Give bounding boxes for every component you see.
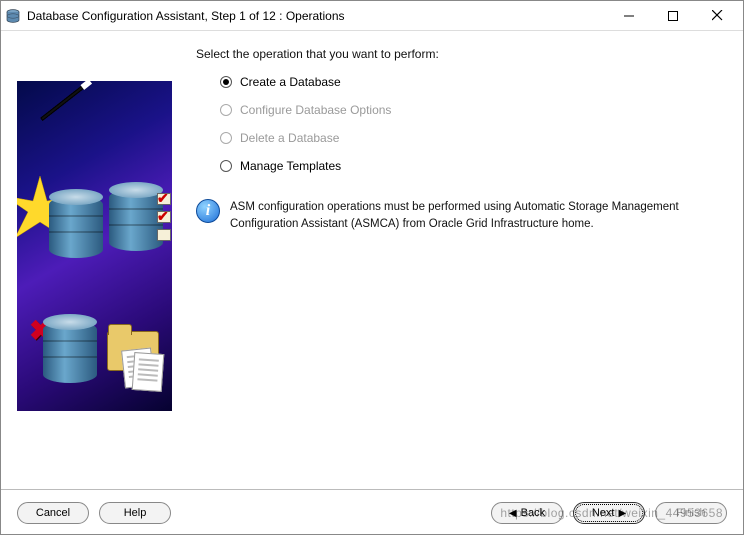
main-panel: Select the operation that you want to pe… — [190, 43, 727, 463]
button-label: Back — [521, 507, 545, 519]
chevron-right-icon: ▶ — [618, 508, 626, 519]
window-title: Database Configuration Assistant, Step 1… — [27, 9, 607, 23]
database-graphic — [109, 189, 163, 251]
close-icon — [712, 10, 723, 21]
radio-icon — [220, 76, 232, 88]
radio-label: Create a Database — [240, 75, 341, 89]
button-label: Help — [124, 507, 147, 519]
radio-icon — [220, 160, 232, 172]
database-graphic — [49, 196, 103, 258]
button-label: Next — [592, 507, 615, 519]
back-button[interactable]: ◀ Back — [491, 502, 563, 524]
radio-manage-templates[interactable]: Manage Templates — [220, 159, 727, 173]
next-button[interactable]: Next ▶ — [573, 502, 645, 524]
radio-label: Delete a Database — [240, 131, 339, 145]
radio-label: Configure Database Options — [240, 103, 391, 117]
wand-graphic — [40, 81, 90, 121]
radio-icon — [220, 104, 232, 116]
window-controls — [607, 1, 739, 30]
button-label: Finish — [676, 507, 705, 519]
help-button[interactable]: Help — [99, 502, 171, 524]
operation-radio-group: Create a Database Configure Database Opt… — [220, 75, 727, 173]
minimize-icon — [624, 11, 634, 21]
minimize-button[interactable] — [607, 1, 651, 30]
instruction-text: Select the operation that you want to pe… — [196, 47, 727, 61]
info-message-row: i ASM configuration operations must be p… — [196, 199, 727, 234]
finish-button: Finish — [655, 502, 727, 524]
window-titlebar: Database Configuration Assistant, Step 1… — [1, 1, 743, 31]
chevron-left-icon: ◀ — [509, 508, 517, 519]
radio-delete-database: Delete a Database — [220, 131, 727, 145]
radio-icon — [220, 132, 232, 144]
info-message-text: ASM configuration operations must be per… — [230, 199, 727, 234]
app-icon — [5, 8, 21, 24]
maximize-button[interactable] — [651, 1, 695, 30]
button-label: Cancel — [36, 507, 70, 519]
wizard-footer: Cancel Help ◀ Back Next ▶ Finish — [1, 489, 743, 524]
info-icon: i — [196, 199, 220, 223]
templates-graphic — [105, 331, 165, 391]
wizard-side-graphic: ✖ — [17, 81, 172, 411]
checklist-graphic — [157, 193, 171, 241]
content-area: ✖ Select the operation that you want to … — [1, 31, 743, 463]
database-graphic — [43, 321, 97, 383]
close-button[interactable] — [695, 1, 739, 30]
maximize-icon — [668, 11, 678, 21]
radio-label: Manage Templates — [240, 159, 341, 173]
radio-configure-options: Configure Database Options — [220, 103, 727, 117]
radio-create-database[interactable]: Create a Database — [220, 75, 727, 89]
cancel-button[interactable]: Cancel — [17, 502, 89, 524]
